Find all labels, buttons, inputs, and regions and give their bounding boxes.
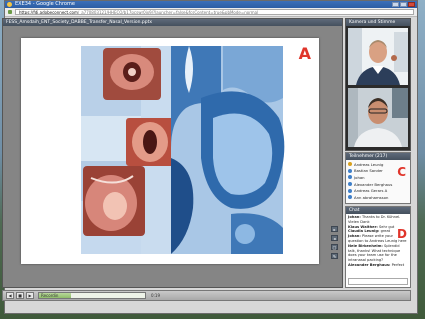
- presentation-slide: A: [21, 38, 319, 264]
- share-area: A ▸ ◂ □ ✎: [3, 26, 342, 287]
- chat-text: Sehr gut: [378, 224, 395, 229]
- annotation-letter-d: D: [397, 227, 407, 241]
- lock-icon: [8, 10, 12, 14]
- playback-bar: ◀ ■ ▶ Recordin 0:19: [2, 290, 411, 301]
- chat-sender: Alexander Berghaus:: [348, 262, 391, 267]
- attendee-name: Ann abrahamsson: [354, 194, 389, 200]
- chat-message: Alexander Berghaus: Perfect: [348, 263, 408, 268]
- chat-message: Nele Birkenheim: Splendid talk, thanks! …: [348, 244, 408, 263]
- chat-message: Johan: Thanks to Dr. Kühnel. Vielen Dank: [348, 215, 408, 225]
- person-icon: [348, 195, 352, 200]
- chat-sender: Nele Birkenheim:: [348, 243, 383, 248]
- person-icon: [348, 175, 352, 180]
- timeline-label: Recordin: [41, 293, 59, 298]
- annotation-letter-c: C: [397, 165, 406, 179]
- chat-sender: Klaus Walther:: [348, 224, 378, 229]
- chat-sender: Johan:: [348, 234, 361, 239]
- attendees-pod-title: Teilnehmer (217): [346, 153, 410, 160]
- share-tools: ▸ ◂ □ ✎: [331, 226, 339, 259]
- person-icon: [348, 168, 352, 173]
- rewind-button[interactable]: ◀: [6, 292, 14, 299]
- attendee-name: Bastian Sander: [354, 168, 383, 174]
- play-button[interactable]: ▶: [26, 292, 34, 299]
- draw-tools-icon[interactable]: ✎: [331, 253, 338, 259]
- person-icon: [348, 182, 352, 187]
- window-controls: [392, 2, 415, 7]
- prev-slide-icon[interactable]: ◂: [331, 235, 338, 241]
- attendee-name: Andreas Gerars A: [354, 188, 388, 194]
- share-pod-title: FESS_Amsdaih_ENT_Society_DABBE_Transfer_…: [3, 19, 342, 26]
- url-path: /_a770803121/HHECO/b17pcswr0jx9/?launche…: [77, 10, 259, 15]
- url-field[interactable]: https://fdi.adobeconnect.com/_a770803121…: [15, 9, 414, 15]
- list-item[interactable]: Alexander Berghaus: [348, 181, 408, 188]
- fullscreen-icon[interactable]: □: [331, 244, 338, 250]
- list-item[interactable]: Andreas Gerars A: [348, 187, 408, 194]
- stop-button[interactable]: ■: [16, 292, 24, 299]
- person-icon: [348, 188, 352, 193]
- sinus-anatomy-illustration: [81, 46, 285, 254]
- address-bar: https://fdi.adobeconnect.com/_a770803121…: [5, 8, 417, 17]
- chat-pod-title: Chat: [346, 207, 410, 214]
- chat-pod: Chat Johan: Thanks to Dr. Kühnel. Vielen…: [345, 206, 411, 288]
- maximize-button[interactable]: [400, 2, 407, 7]
- chat-sender: Johan:: [348, 215, 361, 219]
- camera-pod: Kamera und Stimme: [345, 18, 411, 151]
- window-title: EXE34 - Google Chrome: [15, 1, 75, 7]
- chat-messages: Johan: Thanks to Dr. Kühnel. Vielen Dank…: [346, 214, 410, 269]
- attendee-name: Alexander Berghaus: [354, 181, 393, 187]
- attendees-pod: Teilnehmer (217) Andreas Leunig Bastian …: [345, 152, 411, 204]
- url-domain: https://fdi.adobeconnect.com: [19, 10, 78, 15]
- attendee-name: Johan: [354, 174, 365, 180]
- share-pod: FESS_Amsdaih_ENT_Society_DABBE_Transfer_…: [2, 18, 343, 288]
- close-button[interactable]: [408, 2, 415, 7]
- annotation-letter-a: A: [298, 44, 311, 63]
- person-icon: [348, 162, 352, 167]
- recording-timeline[interactable]: Recordin: [38, 292, 146, 299]
- chat-text: great: [380, 229, 391, 234]
- webcam-video-1: [348, 28, 408, 85]
- chat-input[interactable]: [348, 278, 408, 285]
- time-label: 0:19: [151, 293, 160, 298]
- webcam-video-2: [348, 88, 408, 147]
- chat-text: Perfect: [391, 262, 405, 267]
- list-item[interactable]: Ann abrahamsson: [348, 194, 408, 201]
- chrome-icon: [7, 2, 12, 7]
- title-bar: EXE34 - Google Chrome: [5, 1, 417, 8]
- chat-sender: Claudia Leunig:: [348, 229, 380, 234]
- minimize-button[interactable]: [392, 2, 399, 7]
- camera-pod-title: Kamera und Stimme: [346, 19, 410, 26]
- next-slide-icon[interactable]: ▸: [331, 226, 338, 232]
- attendee-name: Andreas Leunig: [354, 161, 384, 167]
